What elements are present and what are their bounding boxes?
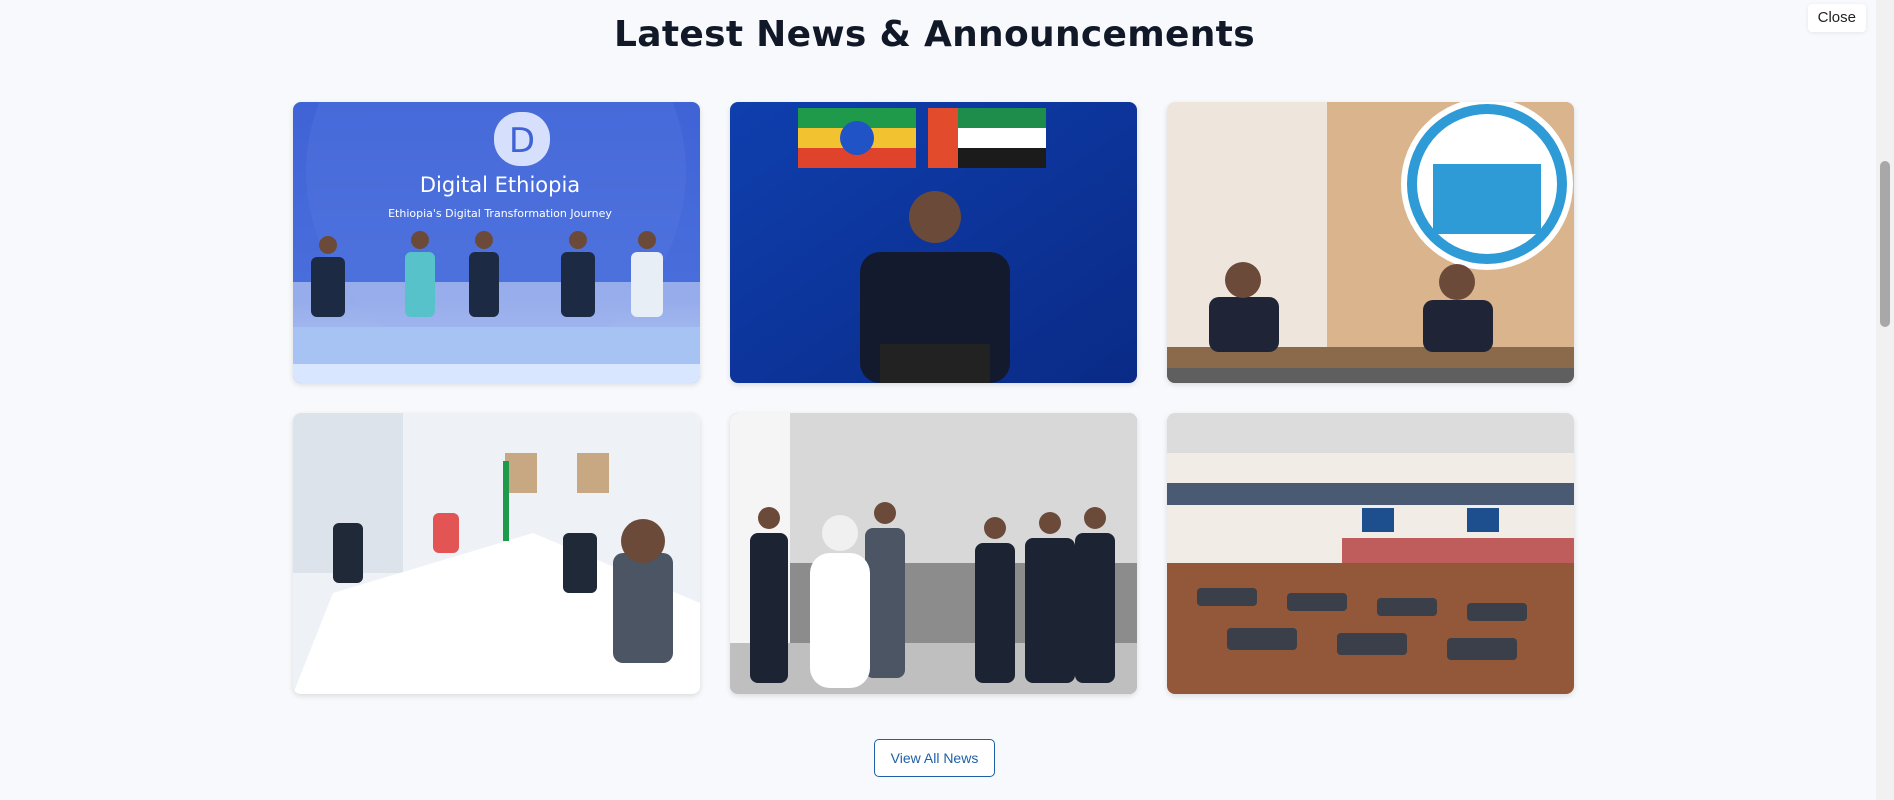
banner-title: Digital Ethiopia — [420, 173, 580, 197]
news-card-6[interactable] — [1167, 413, 1574, 694]
news-image-4 — [293, 413, 700, 694]
news-image-6 — [1167, 413, 1574, 694]
news-card-4[interactable] — [293, 413, 700, 694]
view-all-news-button[interactable]: View All News — [874, 739, 995, 777]
news-card-5[interactable] — [730, 413, 1137, 694]
news-image-3 — [1167, 102, 1574, 383]
news-grid: D Digital Ethiopia Ethiopia's Digital Tr… — [293, 102, 1577, 694]
news-card-1[interactable]: D Digital Ethiopia Ethiopia's Digital Tr… — [293, 102, 700, 383]
section-title: Latest News & Announcements — [614, 14, 1255, 55]
scrollbar-thumb[interactable] — [1880, 161, 1890, 327]
news-section: Latest News & Announcements Close D Digi… — [0, 0, 1894, 800]
news-image-2 — [730, 102, 1137, 383]
news-image-1: D Digital Ethiopia Ethiopia's Digital Tr… — [293, 102, 700, 383]
close-button[interactable]: Close — [1807, 4, 1866, 32]
banner-logo-letter: D — [509, 121, 535, 161]
page-scrollbar[interactable] — [1876, 0, 1894, 800]
news-image-5 — [730, 413, 1137, 694]
news-card-2[interactable] — [730, 102, 1137, 383]
news-card-3[interactable] — [1167, 102, 1574, 383]
banner-subtitle: Ethiopia's Digital Transformation Journe… — [388, 207, 612, 220]
